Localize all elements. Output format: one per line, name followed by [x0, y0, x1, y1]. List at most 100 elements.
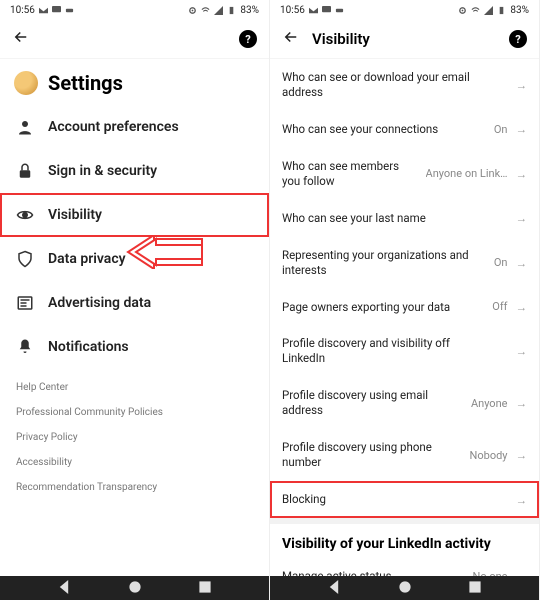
- link-recommendation-transparency[interactable]: Recommendation Transparency: [16, 475, 253, 500]
- row-label: Representing your organizations and inte…: [282, 248, 486, 278]
- more-icon: [335, 6, 344, 15]
- lock-icon: [16, 162, 34, 180]
- chevron-right-icon: →: [516, 122, 528, 136]
- chevron-right-icon: →: [516, 493, 528, 507]
- nav-label: Data privacy: [48, 251, 126, 267]
- signal-icon: [484, 6, 493, 15]
- row-label: Page owners exporting your data: [282, 300, 484, 315]
- battery-pct: 83%: [240, 5, 259, 16]
- chevron-right-icon: →: [516, 300, 528, 314]
- battery-pct: 83%: [510, 5, 529, 16]
- status-time: 10:56: [10, 5, 35, 16]
- bell-icon: [16, 338, 34, 356]
- shield-icon: [16, 250, 34, 268]
- row-discovery-off-linkedin[interactable]: Profile discovery and visibility off Lin…: [270, 325, 539, 377]
- nav-item-sign-in-security[interactable]: Sign in & security: [0, 149, 269, 193]
- nav-item-notifications[interactable]: Notifications: [0, 325, 269, 369]
- chevron-right-icon: →: [516, 448, 528, 462]
- chevron-right-icon: →: [516, 78, 528, 92]
- chevron-right-icon: →: [516, 211, 528, 225]
- chevron-right-icon: →: [516, 167, 528, 181]
- help-icon[interactable]: ?: [239, 30, 257, 48]
- link-privacy-policy[interactable]: Privacy Policy: [16, 425, 253, 450]
- section-title: Visibility of your LinkedIn activity: [270, 524, 539, 558]
- row-members-follow[interactable]: Who can see members you follow Anyone on…: [270, 148, 539, 200]
- wifi-icon: [201, 6, 210, 15]
- row-label: Who can see your connections: [282, 122, 486, 137]
- row-label: Profile discovery using phone number: [282, 440, 462, 470]
- row-discovery-email[interactable]: Profile discovery using email address An…: [270, 377, 539, 429]
- nav-label: Sign in & security: [48, 163, 157, 179]
- android-nav: [0, 576, 269, 600]
- battery-icon: [497, 6, 506, 15]
- status-bar: 10:56 83%: [0, 0, 269, 20]
- row-label: Manage active status: [282, 569, 464, 576]
- app-bar: Visibility ?: [270, 20, 539, 59]
- nav-item-account-preferences[interactable]: Account preferences: [0, 105, 269, 149]
- circle-icon: [458, 6, 467, 15]
- back-icon[interactable]: [282, 28, 300, 50]
- row-label: Profile discovery using email address: [282, 388, 463, 418]
- row-email-address[interactable]: Who can see or download your email addre…: [270, 59, 539, 111]
- back-icon[interactable]: [12, 28, 30, 50]
- row-label: Who can see your last name: [282, 211, 500, 226]
- signal-icon: [214, 6, 223, 15]
- row-last-name[interactable]: Who can see your last name →: [270, 200, 539, 237]
- row-label: Profile discovery and visibility off Lin…: [282, 336, 500, 366]
- row-active-status[interactable]: Manage active status No one →: [270, 558, 539, 576]
- row-value: On: [494, 256, 508, 269]
- android-nav: [270, 576, 539, 600]
- battery-icon: [227, 6, 236, 15]
- nav-label: Visibility: [48, 207, 102, 223]
- circle-icon: [188, 6, 197, 15]
- link-community-policies[interactable]: Professional Community Policies: [16, 400, 253, 425]
- help-icon[interactable]: ?: [509, 30, 527, 48]
- nav-home-icon[interactable]: [128, 579, 142, 598]
- app-bar: ?: [0, 20, 269, 59]
- row-connections[interactable]: Who can see your connections On →: [270, 111, 539, 148]
- page-title: Visibility: [312, 30, 370, 48]
- link-accessibility[interactable]: Accessibility: [16, 450, 253, 475]
- chevron-right-icon: →: [516, 344, 528, 358]
- footer-links: Help Center Professional Community Polic…: [0, 369, 269, 510]
- nav-home-icon[interactable]: [398, 579, 412, 598]
- more-icon: [65, 6, 74, 15]
- eye-icon: [16, 206, 34, 224]
- nav-item-advertising-data[interactable]: Advertising data: [0, 281, 269, 325]
- row-label: Blocking: [282, 492, 500, 507]
- nav-back-icon[interactable]: [57, 579, 71, 598]
- gmail-icon: [39, 6, 48, 15]
- annotation-arrow: [124, 235, 204, 269]
- nav-back-icon[interactable]: [327, 579, 341, 598]
- wifi-icon: [471, 6, 480, 15]
- row-value: Anyone: [471, 397, 508, 410]
- phone-left: 10:56 83% ? Settings Account preferences: [0, 0, 270, 600]
- row-representing-orgs[interactable]: Representing your organizations and inte…: [270, 237, 539, 289]
- row-value: Anyone on Link…: [426, 167, 508, 180]
- nav-label: Advertising data: [48, 295, 151, 311]
- chat-icon: [52, 6, 61, 15]
- chat-icon: [322, 6, 331, 15]
- row-blocking[interactable]: Blocking →: [270, 481, 539, 518]
- chevron-right-icon: →: [516, 256, 528, 270]
- row-value: Nobody: [470, 449, 508, 462]
- page-title: Settings: [48, 71, 123, 95]
- row-discovery-phone[interactable]: Profile discovery using phone number Nob…: [270, 429, 539, 481]
- status-bar: 10:56 83%: [270, 0, 539, 20]
- nav-recents-icon[interactable]: [198, 579, 212, 598]
- visibility-content: Who can see or download your email addre…: [270, 59, 539, 576]
- nav-label: Notifications: [48, 339, 129, 355]
- row-label: Who can see or download your email addre…: [282, 70, 500, 100]
- phone-right: 10:56 83% Visibility ? Who can see or do…: [270, 0, 540, 600]
- link-help-center[interactable]: Help Center: [16, 375, 253, 400]
- nav-item-visibility[interactable]: Visibility: [0, 193, 269, 237]
- nav-label: Account preferences: [48, 119, 179, 135]
- nav-recents-icon[interactable]: [468, 579, 482, 598]
- settings-content: Settings Account preferences Sign in & s…: [0, 59, 269, 576]
- avatar[interactable]: [14, 71, 38, 95]
- row-page-owners-export[interactable]: Page owners exporting your data Off →: [270, 289, 539, 326]
- row-value: Off: [492, 300, 507, 313]
- chevron-right-icon: →: [516, 396, 528, 410]
- gmail-icon: [309, 6, 318, 15]
- row-label: Who can see members you follow: [282, 159, 418, 189]
